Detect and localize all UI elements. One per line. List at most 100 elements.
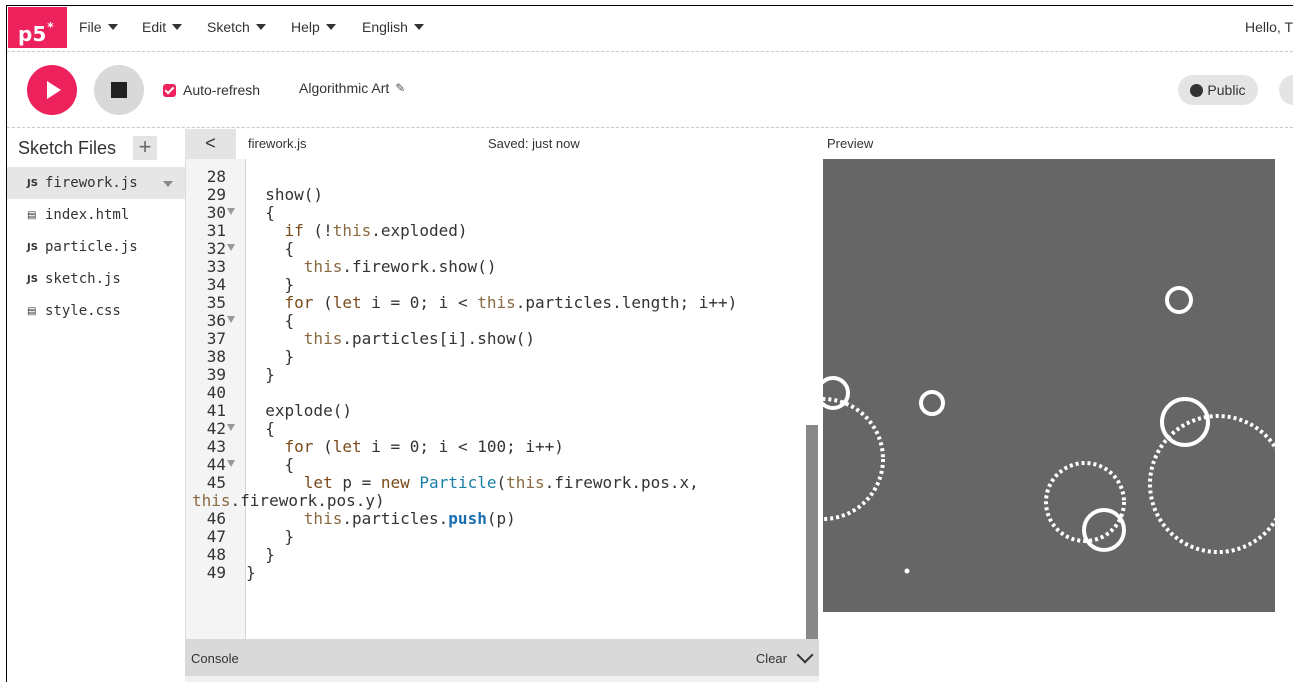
code-line[interactable]: 46 this.particles.push(p) <box>186 510 806 528</box>
menu-language-label: English <box>362 19 408 35</box>
p5-logo[interactable]: p5* <box>8 7 67 48</box>
file-item-sketch-js[interactable]: JS sketch.js <box>7 263 185 295</box>
menu-language[interactable]: English <box>362 19 424 35</box>
code-line[interactable]: 45 let p = new Particle(this.firework.po… <box>186 474 806 492</box>
code-line[interactable]: 32 { <box>186 240 806 258</box>
caret-down-icon <box>107 24 118 30</box>
line-number: 43 <box>206 437 226 456</box>
code-line[interactable]: 48 } <box>186 546 806 564</box>
fold-arrow-icon[interactable] <box>227 316 235 323</box>
menu-help[interactable]: Help <box>291 19 336 35</box>
console-clear-button[interactable]: Clear <box>756 651 787 666</box>
fold-arrow-icon[interactable] <box>227 424 235 431</box>
code-lines[interactable]: 28 29 show() 30 {31 if (!this.exploded) 32 … <box>186 168 806 582</box>
stop-button[interactable] <box>94 65 144 115</box>
sketch-name-label: Algorithmic Art <box>299 80 390 96</box>
console-bar[interactable]: Console Clear <box>185 639 819 676</box>
menu-edit[interactable]: Edit <box>142 19 183 35</box>
file-item-particle-js[interactable]: JS particle.js <box>7 231 185 263</box>
menu-sketch[interactable]: Sketch <box>207 19 266 35</box>
line-number: 32 <box>206 239 226 258</box>
file-item-firework-js[interactable]: JS firework.js <box>7 167 185 199</box>
line-number: 37 <box>206 329 226 348</box>
console-title: Console <box>191 651 239 666</box>
collapse-sidebar-button[interactable]: < <box>185 129 236 159</box>
sketch-name[interactable]: Algorithmic Art ✎ <box>299 80 405 96</box>
code-text: this.particles.push(p) <box>303 509 516 528</box>
code-line[interactable]: 35 for (let i = 0; i < this.particles.le… <box>186 294 806 312</box>
line-number: 49 <box>206 563 226 582</box>
editor-filename: firework.js <box>248 136 307 151</box>
user-greeting[interactable]: Hello, T <box>1245 19 1293 35</box>
code-text: { <box>246 311 295 330</box>
code-line[interactable]: 36 { <box>186 312 806 330</box>
code-text: for (let i = 0; i < 100; i++) <box>284 437 564 456</box>
save-status: Saved: just now <box>488 136 580 151</box>
pencil-icon[interactable]: ✎ <box>395 81 405 95</box>
fold-arrow-icon[interactable] <box>227 244 235 251</box>
code-line[interactable]: 34 } <box>186 276 806 294</box>
file-name: style.css <box>45 303 121 319</box>
file-options-icon[interactable] <box>163 181 173 187</box>
code-line[interactable]: 33 this.firework.show() <box>186 258 806 276</box>
line-number: 35 <box>206 293 226 312</box>
code-line[interactable]: 28 <box>186 168 806 186</box>
particle-dot <box>904 568 910 574</box>
code-line[interactable]: 31 if (!this.exploded) <box>186 222 806 240</box>
code-line[interactable]: 41 explode() <box>186 402 806 420</box>
sidebar-title: Sketch Files <box>18 137 117 158</box>
code-line[interactable]: 37 this.particles[i].show() <box>186 330 806 348</box>
caret-down-icon <box>172 24 183 30</box>
fold-arrow-icon[interactable] <box>227 460 235 467</box>
editor-scrollbar[interactable] <box>806 425 818 639</box>
globe-icon <box>1190 83 1204 97</box>
code-text: { <box>246 203 275 222</box>
code-editor[interactable]: 28 29 show() 30 {31 if (!this.exploded) 32 … <box>185 159 819 639</box>
logo-mark: * <box>47 20 54 34</box>
auto-refresh-toggle[interactable]: Auto-refresh <box>163 82 260 98</box>
file-item-style-css[interactable]: ▤ style.css <box>7 295 185 327</box>
code-line[interactable]: 47 } <box>186 528 806 546</box>
particle-ring <box>1082 508 1126 552</box>
caret-down-icon <box>325 24 336 30</box>
code-text: } <box>246 347 295 366</box>
checkbox-checked-icon[interactable] <box>163 83 176 97</box>
visibility-button[interactable]: Public <box>1178 75 1258 105</box>
menu-file[interactable]: File <box>79 19 118 35</box>
console-output <box>185 676 819 682</box>
preview-canvas[interactable] <box>823 159 1275 612</box>
file-name: particle.js <box>45 239 138 255</box>
menu-sketch-label: Sketch <box>207 19 250 35</box>
play-button[interactable] <box>27 65 77 115</box>
code-line[interactable]: 42 { <box>186 420 806 438</box>
caret-down-icon <box>255 24 266 30</box>
fold-arrow-icon[interactable] <box>227 208 235 215</box>
particle-ring <box>919 390 945 416</box>
code-text: for (let i = 0; i < this.particles.lengt… <box>284 293 738 312</box>
chevron-down-icon[interactable] <box>796 646 814 664</box>
js-file-icon: JS <box>27 273 38 285</box>
code-text: let p = new Particle(this.firework.pos.x… <box>303 473 699 492</box>
code-line[interactable]: 40 <box>186 384 806 402</box>
particle-ring <box>1165 286 1193 314</box>
code-line[interactable]: 29 show() <box>186 186 806 204</box>
code-line[interactable]: this.firework.pos.y) <box>186 492 806 510</box>
code-line[interactable]: 39 } <box>186 366 806 384</box>
particle-ring <box>823 397 885 521</box>
line-number: 34 <box>206 275 226 294</box>
file-name: firework.js <box>45 175 138 191</box>
line-number: 42 <box>206 419 226 438</box>
code-line[interactable]: 43 for (let i = 0; i < 100; i++) <box>186 438 806 456</box>
logo-text: p5 <box>18 22 47 46</box>
line-number: 29 <box>206 185 226 204</box>
code-line[interactable]: 44 { <box>186 456 806 474</box>
code-line[interactable]: 49} <box>186 564 806 582</box>
line-number: 41 <box>206 401 226 420</box>
code-line[interactable]: 30 { <box>186 204 806 222</box>
more-button[interactable] <box>1279 75 1293 105</box>
file-item-index-html[interactable]: ▤ index.html <box>7 199 185 231</box>
code-text: } <box>246 275 295 294</box>
top-nav: p5* File Edit Sketch Help English Hello,… <box>7 6 1293 52</box>
code-line[interactable]: 38 } <box>186 348 806 366</box>
add-file-button[interactable]: + <box>133 136 158 160</box>
